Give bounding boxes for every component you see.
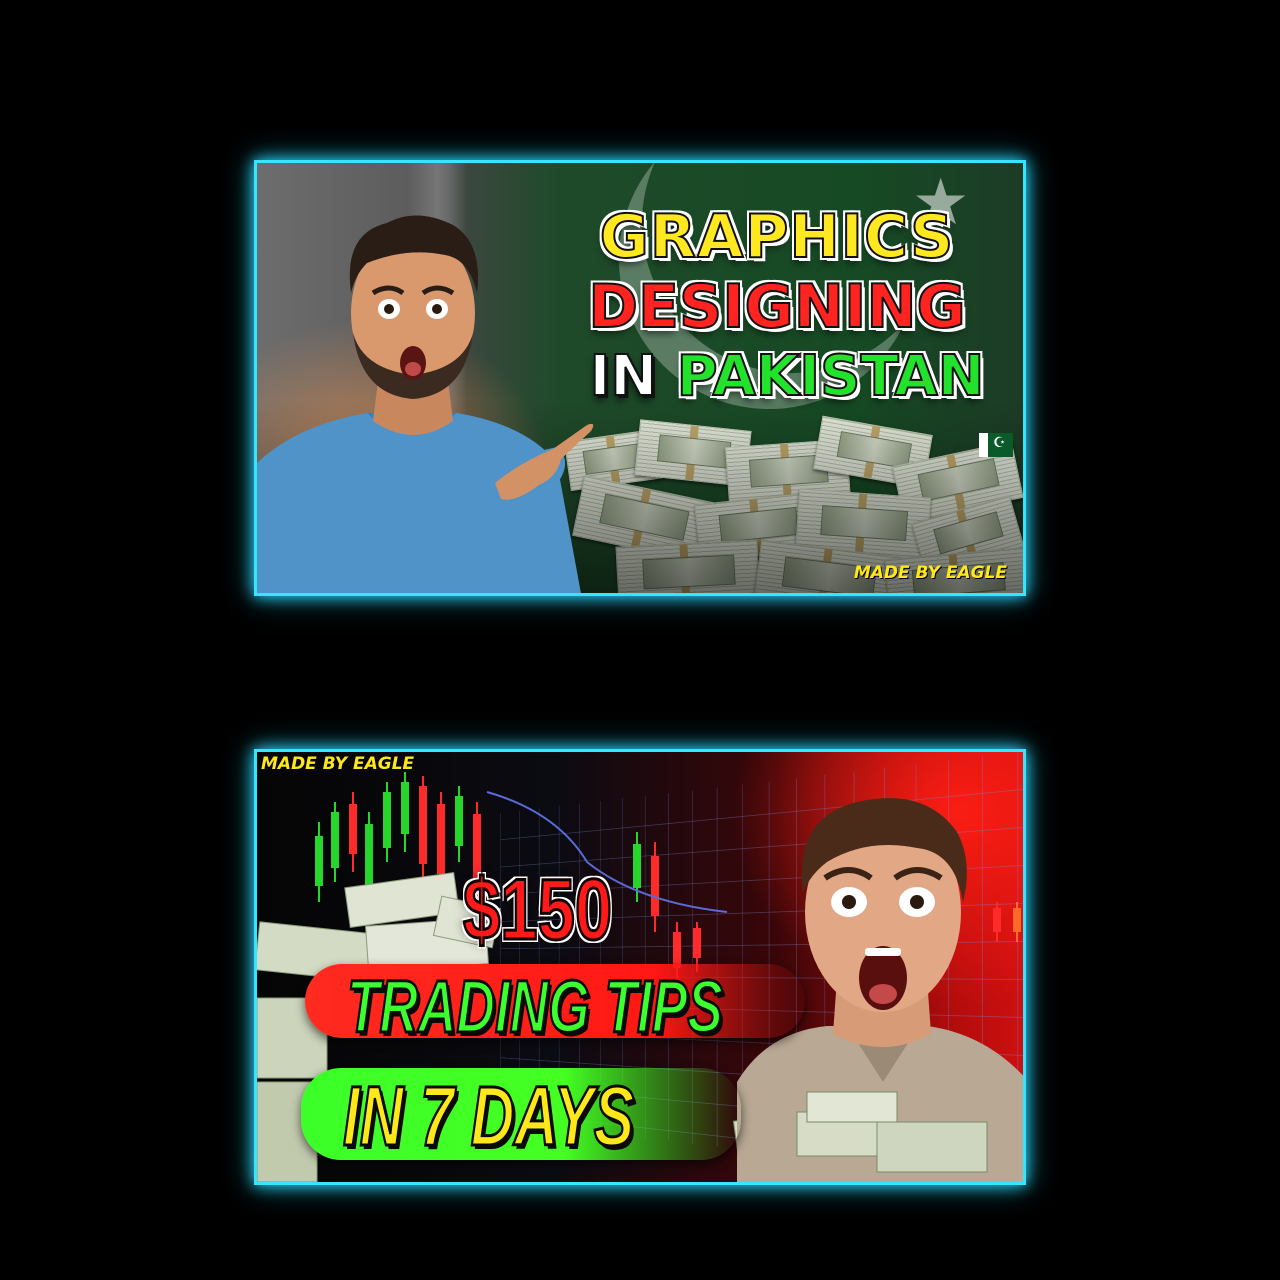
credit-label: MADE BY EAGLE: [853, 563, 1007, 583]
title-line-graphics: GRAPHICS: [599, 202, 955, 272]
title-word-pakistan: PAKISTAN: [676, 344, 986, 409]
canvas: ★: [0, 0, 1280, 1280]
in-7-days-headline: IN 7 DAYS: [342, 1069, 635, 1163]
title-word-in: IN: [588, 344, 658, 409]
thumbnail-graphics-designing[interactable]: ★: [254, 160, 1026, 596]
credit-label: MADE BY EAGLE: [261, 754, 415, 774]
title-line-designing: DESIGNING: [587, 272, 967, 342]
price-headline: $150: [462, 862, 614, 958]
title-line-in-pakistan: IN PAKISTAN: [547, 348, 1023, 406]
thumbnail-trading-tips[interactable]: MADE BY EAGLE $150 TRADING TIPS IN 7 DAY…: [254, 749, 1026, 1185]
pakistan-flag-icon: ☪: [979, 433, 1013, 457]
thumbnail-title: GRAPHICS DESIGNING IN PAKISTAN: [527, 202, 1023, 406]
trading-tips-headline: TRADING TIPS: [346, 965, 724, 1048]
